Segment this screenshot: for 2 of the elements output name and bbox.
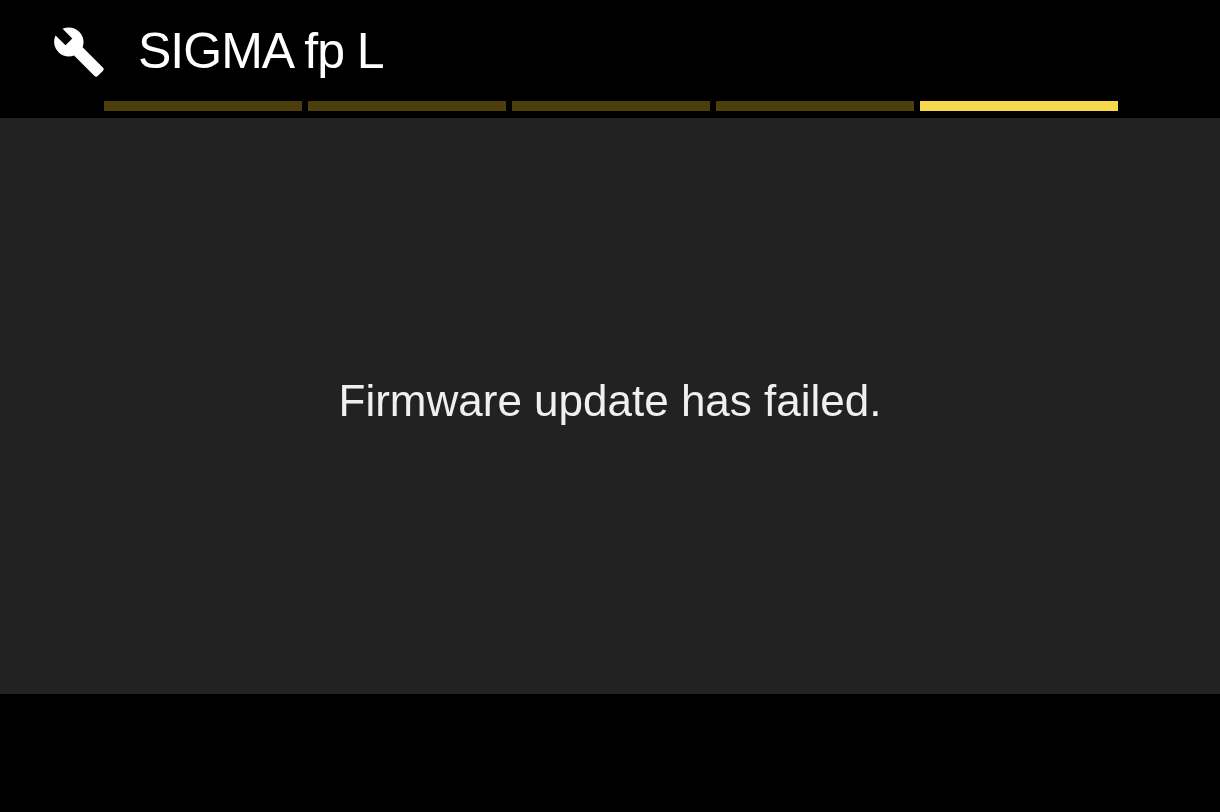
screen-title: SIGMA fp L (138, 25, 384, 76)
error-message: Firmware update has failed. (338, 379, 882, 423)
